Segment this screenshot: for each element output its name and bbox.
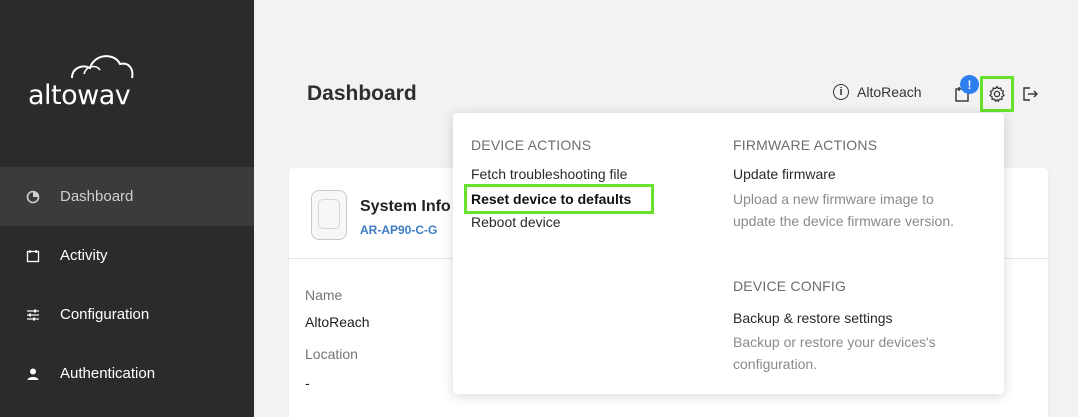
name-label: Name (305, 287, 343, 303)
sidebar-item-label: Activity (60, 247, 108, 264)
device-image (311, 190, 347, 240)
sidebar-item-authentication[interactable]: Authentication (0, 344, 254, 403)
pie-chart-icon (26, 190, 40, 204)
gear-icon (989, 85, 1005, 103)
backup-restore-description: Backup or restore your devices's configu… (733, 334, 936, 372)
device-config-title: DEVICE CONFIG (733, 278, 847, 294)
info-icon: i (833, 84, 849, 100)
reboot-device-item[interactable]: Reboot device (471, 214, 561, 230)
notification-badge: ! (960, 75, 979, 94)
location-label: Location (305, 346, 358, 362)
sidebar-item-dashboard[interactable]: Dashboard (0, 167, 254, 226)
page-title: Dashboard (307, 82, 417, 105)
update-firmware-description: Upload a new firmware image to update th… (733, 191, 954, 229)
calendar-icon (26, 249, 40, 263)
sidebar-item-label: Authentication (60, 365, 156, 382)
user-icon (26, 367, 40, 381)
sidebar-item-label: Dashboard (60, 188, 134, 205)
sidebar-nav: Dashboard Activity Configuration Authent… (0, 167, 254, 403)
reset-device-item[interactable]: Reset device to defaults (471, 191, 631, 207)
device-name: AltoReach (857, 84, 922, 100)
card-title: System Info (360, 198, 451, 215)
settings-button[interactable] (980, 76, 1014, 112)
settings-dropdown-menu: DEVICE ACTIONS Fetch troubleshooting fil… (453, 113, 1004, 394)
logout-icon (1023, 87, 1038, 101)
sidebar: altowav Dashboard Activity Configuration… (0, 0, 254, 417)
backup-restore-item[interactable]: Backup & restore settings (733, 310, 893, 326)
sliders-icon (26, 308, 40, 322)
firmware-actions-title: FIRMWARE ACTIONS (733, 137, 878, 153)
device-model-link[interactable]: AR-AP90-C-G (360, 223, 437, 237)
name-value: AltoReach (305, 314, 370, 330)
logout-button[interactable] (1020, 84, 1040, 104)
altowav-logo[interactable]: altowav (28, 44, 158, 114)
logo-text: altowav (28, 80, 131, 111)
fetch-troubleshooting-item[interactable]: Fetch troubleshooting file (471, 166, 627, 182)
update-firmware-item[interactable]: Update firmware (733, 166, 836, 182)
sidebar-item-label: Configuration (60, 306, 150, 323)
sidebar-item-configuration[interactable]: Configuration (0, 285, 254, 344)
cloud-logo-icon (71, 55, 134, 79)
sidebar-item-activity[interactable]: Activity (0, 226, 254, 285)
location-value: - (305, 375, 310, 391)
device-info[interactable]: i AltoReach (833, 84, 922, 100)
device-actions-title: DEVICE ACTIONS (471, 137, 592, 153)
